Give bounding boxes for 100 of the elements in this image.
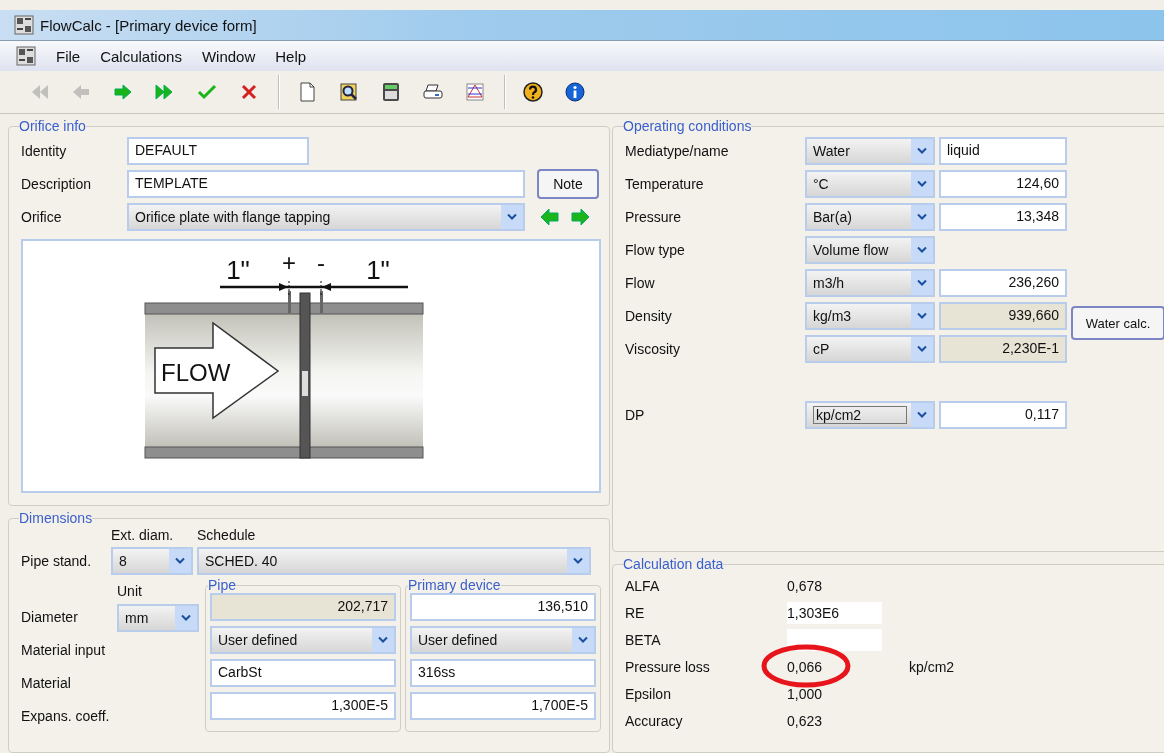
field-label: Viscosity [625, 340, 681, 357]
toolbar-button[interactable] [520, 79, 546, 105]
column-header: Ext. diam. [111, 527, 175, 543]
input-field[interactable]: 0,117 [939, 400, 1067, 429]
field-label: Accuracy [625, 712, 684, 729]
field-label: Flow type [625, 241, 686, 258]
input-field[interactable]: 316ss [410, 659, 596, 687]
input-field[interactable]: CarbSt [210, 659, 396, 687]
input-field[interactable]: 136,510 [410, 593, 596, 621]
input-field[interactable]: TEMPLATE [127, 169, 525, 198]
chevron-down-icon [917, 245, 927, 254]
water-calc-button[interactable]: Water calc. [1071, 306, 1164, 340]
last-icon [155, 82, 175, 102]
calculator-icon [381, 82, 401, 102]
input-field[interactable]: 202,717 [210, 593, 396, 621]
chevron-down-icon [507, 212, 517, 221]
distance-label: 1" [366, 255, 390, 285]
dropdown[interactable]: cP [805, 334, 935, 363]
help-icon [523, 82, 543, 102]
field-label: Orifice [21, 208, 63, 225]
flow-label: FLOW [161, 359, 231, 386]
chart-icon [465, 82, 485, 102]
field-label: Mediatype/name [625, 142, 730, 159]
value-text: 1,000 [787, 684, 824, 704]
field-label: Density [625, 307, 673, 324]
chevron-down-icon [175, 556, 185, 565]
field-label: Material [21, 674, 72, 691]
chevron-down-icon [917, 212, 927, 221]
toolbar-button[interactable] [562, 79, 588, 105]
app-icon [14, 15, 34, 35]
input-field[interactable]: 2,230E-1 [939, 334, 1067, 363]
field-label: Diameter [21, 608, 79, 625]
field-label: Description [21, 175, 93, 192]
dropdown[interactable]: °C [805, 169, 935, 198]
note-button[interactable]: Note [537, 168, 599, 199]
chevron-down-icon [917, 278, 927, 287]
field-label: Epsilon [625, 685, 672, 702]
info-icon [565, 82, 585, 102]
field-label: Temperature [625, 175, 705, 192]
distance-label: 1" [226, 255, 250, 285]
chevron-down-icon [917, 410, 927, 419]
field-label: Identity [21, 142, 68, 159]
close-icon [239, 82, 259, 102]
input-field[interactable]: liquid [939, 136, 1067, 165]
checkmark-icon [197, 82, 217, 102]
group-title: Operating conditions [623, 118, 752, 134]
chevron-down-icon [181, 613, 191, 622]
column-header: Unit [117, 582, 143, 601]
menu-item[interactable]: Help [275, 47, 307, 65]
menu-item[interactable]: Calculations [100, 47, 182, 65]
group-title: Orifice info [19, 118, 86, 134]
minus-sign: - [317, 249, 325, 276]
dropdown[interactable]: 8 [111, 546, 193, 575]
input-field[interactable]: 1,300E-5 [210, 692, 396, 720]
chevron-down-icon [917, 311, 927, 320]
next-button[interactable] [569, 206, 591, 227]
dropdown[interactable]: Bar(a) [805, 202, 935, 231]
field-label: RE [625, 604, 646, 621]
input-field[interactable]: DEFAULT [127, 136, 309, 165]
input-field[interactable]: 124,60 [939, 169, 1067, 198]
chevron-down-icon [378, 636, 388, 644]
arrow-left-icon [71, 82, 91, 102]
input-field[interactable]: 13,348 [939, 202, 1067, 231]
arrow-right-icon [570, 207, 590, 226]
field-label: Pressure [625, 208, 683, 225]
input-field[interactable]: 939,660 [939, 301, 1067, 330]
search-icon [339, 82, 359, 102]
dropdown[interactable]: User defined [410, 626, 596, 654]
menu-item[interactable]: Window [201, 47, 256, 65]
value-text: 0,678 [787, 576, 824, 596]
field-label: BETA [625, 631, 662, 648]
group-title: Pipe [208, 577, 237, 593]
field-label: Expans. coeff. [21, 707, 111, 724]
dropdown[interactable]: User defined [210, 626, 396, 654]
field-label: Flow [625, 274, 656, 291]
column-header: Schedule [197, 527, 256, 543]
input-field[interactable]: 236,260 [939, 268, 1067, 297]
dropdown[interactable]: Volume flow [805, 235, 935, 264]
dropdown[interactable]: kp/cm2 [805, 400, 935, 429]
dropdown[interactable]: mm [117, 603, 199, 632]
printer-icon [423, 82, 443, 102]
value-text: 0,066 [787, 657, 824, 677]
field-label: Material input [21, 641, 107, 658]
arrow-left-icon [540, 207, 560, 226]
dropdown[interactable]: kg/m3 [805, 301, 935, 330]
document-icon [297, 82, 317, 102]
dropdown[interactable]: Water [805, 136, 935, 165]
input-field[interactable]: 1,700E-5 [410, 692, 596, 720]
chevron-down-icon [573, 556, 583, 565]
menu-item[interactable]: File [56, 47, 81, 65]
previous-button[interactable] [539, 206, 561, 227]
app-icon [16, 46, 36, 66]
value-text: 0,623 [787, 711, 824, 731]
window-title: FlowCalc - [Primary device form] [40, 16, 257, 34]
chevron-down-icon [917, 179, 927, 188]
dropdown[interactable]: SCHED. 40 [197, 546, 591, 575]
chevron-down-icon [917, 344, 927, 353]
dropdown[interactable]: Orifice plate with flange tapping [127, 202, 525, 231]
group-title: Primary device [408, 577, 501, 593]
dropdown[interactable]: m3/h [805, 268, 935, 297]
